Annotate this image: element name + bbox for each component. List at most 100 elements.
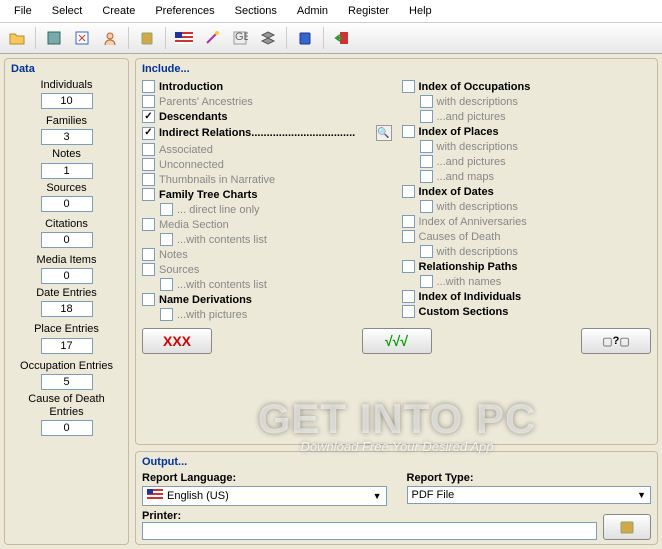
checkbox[interactable] — [420, 110, 433, 123]
checkbox-row[interactable]: Index of Places — [402, 124, 652, 139]
checkbox-row[interactable]: Thumbnails in Narrative — [142, 172, 392, 187]
data-value-input[interactable] — [41, 163, 93, 179]
data-value-input[interactable] — [41, 420, 93, 436]
checkbox[interactable] — [142, 173, 155, 186]
checkbox[interactable] — [160, 278, 173, 291]
checkbox[interactable] — [142, 80, 155, 93]
data-value-input[interactable] — [41, 93, 93, 109]
menu-help[interactable]: Help — [399, 2, 442, 20]
checkbox[interactable] — [142, 218, 155, 231]
checkbox-row[interactable]: ...with pictures — [142, 307, 392, 322]
person-icon[interactable] — [97, 25, 123, 51]
checkbox-row[interactable]: Notes — [142, 247, 392, 262]
checkbox[interactable] — [420, 95, 433, 108]
checkbox-row[interactable]: Indirect Relations......................… — [142, 124, 392, 142]
checkbox[interactable] — [142, 143, 155, 156]
checkbox-row[interactable]: Unconnected — [142, 157, 392, 172]
checkbox-row[interactable]: Relationship Paths — [402, 259, 652, 274]
data-value-input[interactable] — [41, 338, 93, 354]
data-value-input[interactable] — [41, 196, 93, 212]
data-value-input[interactable] — [41, 268, 93, 284]
checkbox[interactable] — [160, 233, 173, 246]
checkbox[interactable] — [142, 110, 155, 123]
checkbox[interactable] — [160, 308, 173, 321]
checkbox-row[interactable]: ...and maps — [402, 169, 652, 184]
checkbox[interactable] — [142, 158, 155, 171]
checkbox-row[interactable]: Family Tree Charts — [142, 187, 392, 202]
data-value-input[interactable] — [41, 374, 93, 390]
select-all-button[interactable]: √√√ — [362, 328, 432, 354]
checkbox-row[interactable]: Descendants — [142, 109, 392, 124]
checkbox-row[interactable]: ... direct line only — [142, 202, 392, 217]
checkbox[interactable] — [420, 170, 433, 183]
checkbox[interactable] — [402, 125, 415, 138]
checkbox[interactable] — [402, 305, 415, 318]
checkbox[interactable] — [402, 215, 415, 228]
checkbox-row[interactable]: Parents' Ancestries — [142, 94, 392, 109]
checkbox-row[interactable]: Index of Dates — [402, 184, 652, 199]
checkbox-row[interactable]: Index of Occupations — [402, 79, 652, 94]
checkbox[interactable] — [402, 260, 415, 273]
data-value-input[interactable] — [41, 232, 93, 248]
checkbox[interactable] — [160, 203, 173, 216]
exit-icon[interactable] — [329, 25, 355, 51]
checkbox-row[interactable]: with descriptions — [402, 199, 652, 214]
flag-us-icon[interactable] — [171, 25, 197, 51]
checkbox-row[interactable]: Custom Sections — [402, 304, 652, 319]
book-icon[interactable] — [134, 25, 160, 51]
generate-button[interactable] — [603, 514, 651, 540]
checkbox[interactable] — [402, 290, 415, 303]
checkbox-row[interactable]: Causes of Death — [402, 229, 652, 244]
menu-preferences[interactable]: Preferences — [145, 2, 224, 20]
checkbox[interactable] — [420, 275, 433, 288]
checkbox-row[interactable]: with descriptions — [402, 94, 652, 109]
tool-icon-1[interactable] — [41, 25, 67, 51]
checkbox-row[interactable]: ...with contents list — [142, 277, 392, 292]
menu-file[interactable]: File — [4, 2, 42, 20]
checkbox[interactable] — [142, 248, 155, 261]
checkbox[interactable] — [420, 155, 433, 168]
checkbox-row[interactable]: Associated — [142, 142, 392, 157]
menu-admin[interactable]: Admin — [287, 2, 338, 20]
data-value-input[interactable] — [41, 301, 93, 317]
menu-register[interactable]: Register — [338, 2, 399, 20]
printer-input[interactable] — [142, 522, 597, 540]
checkbox-row[interactable]: with descriptions — [402, 244, 652, 259]
wand-icon[interactable] — [199, 25, 225, 51]
data-value-input[interactable] — [41, 129, 93, 145]
clear-all-button[interactable]: XXX — [142, 328, 212, 354]
checkbox[interactable] — [142, 127, 155, 140]
checkbox-row[interactable]: ...and pictures — [402, 109, 652, 124]
checkbox[interactable] — [402, 185, 415, 198]
ged-icon[interactable]: GED — [227, 25, 253, 51]
checkbox[interactable] — [402, 80, 415, 93]
layers-icon[interactable] — [255, 25, 281, 51]
menu-sections[interactable]: Sections — [225, 2, 287, 20]
menu-create[interactable]: Create — [92, 2, 145, 20]
magnify-icon[interactable]: 🔍 — [376, 125, 392, 141]
checkbox-row[interactable]: Media Section — [142, 217, 392, 232]
checkbox[interactable] — [142, 293, 155, 306]
checkbox[interactable] — [420, 200, 433, 213]
checkbox[interactable] — [142, 188, 155, 201]
checkbox[interactable] — [420, 245, 433, 258]
checkbox-row[interactable]: Index of Individuals — [402, 289, 652, 304]
checkbox-row[interactable]: Introduction — [142, 79, 392, 94]
checkbox-row[interactable]: Index of Anniversaries — [402, 214, 652, 229]
checkbox-row[interactable]: ...and pictures — [402, 154, 652, 169]
checkbox-row[interactable]: Sources — [142, 262, 392, 277]
checkbox-row[interactable]: ...with contents list — [142, 232, 392, 247]
checkbox[interactable] — [142, 263, 155, 276]
checkbox-row[interactable]: ...with names — [402, 274, 652, 289]
checkbox-row[interactable]: with descriptions — [402, 139, 652, 154]
help-button[interactable]: ▢?▢ — [581, 328, 651, 354]
menu-select[interactable]: Select — [42, 2, 93, 20]
report-type-select[interactable]: PDF File ▼ — [407, 486, 652, 504]
checkbox[interactable] — [142, 95, 155, 108]
checkbox-row[interactable]: Name Derivations — [142, 292, 392, 307]
checkbox[interactable] — [402, 230, 415, 243]
help-book-icon[interactable] — [292, 25, 318, 51]
checkbox[interactable] — [420, 140, 433, 153]
tool-icon-2[interactable] — [69, 25, 95, 51]
open-icon[interactable] — [4, 25, 30, 51]
